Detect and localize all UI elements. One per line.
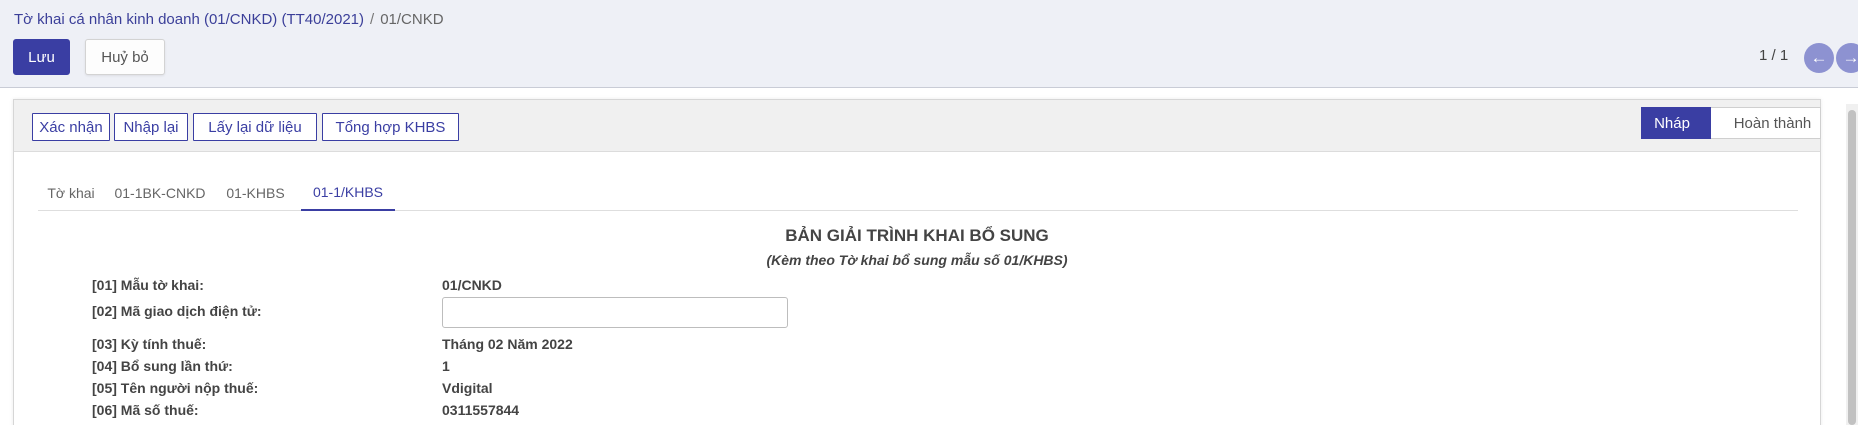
summary-khbs-button[interactable]: Tổng hợp KHBS [322, 113, 459, 141]
field-value-ten-nguoi-nop-thue: Vdigital [442, 380, 493, 396]
stage-done[interactable]: Hoàn thành [1711, 107, 1821, 139]
field-value-ma-so-thue: 0311557844 [442, 402, 520, 418]
transaction-code-input[interactable] [442, 297, 788, 328]
tab-01-1bk-cnkd[interactable]: 01-1BK-CNKD [108, 175, 212, 211]
field-label-mau-to-khai: [01] Mẫu tờ khai: [92, 277, 204, 293]
breadcrumb-separator: / [370, 11, 375, 28]
field-label-bo-sung-lan-thu: [04] Bổ sung lần thứ: [92, 358, 233, 374]
scrollbar-thumb[interactable] [1848, 110, 1856, 425]
field-label-ky-tinh-thue: [03] Kỳ tính thuế: [92, 336, 207, 352]
pager-next-button[interactable]: → [1836, 43, 1858, 73]
tab-01-khbs[interactable]: 01-KHBS [218, 175, 293, 211]
reenter-button[interactable]: Nhập lại [114, 113, 188, 141]
form-statusbar: Xác nhận Nhập lại Lấy lại dữ liệu Tổng h… [14, 100, 1821, 152]
pager-previous-button[interactable]: ← [1804, 43, 1834, 73]
stage-draft[interactable]: Nháp [1641, 107, 1711, 139]
field-label-ten-nguoi-nop-thue: [05] Tên người nộp thuế: [92, 380, 259, 396]
breadcrumb-current: 01/CNKD [380, 11, 444, 28]
confirm-button[interactable]: Xác nhận [32, 113, 110, 141]
arrow-right-icon: → [1842, 48, 1858, 67]
control-panel: Tờ khai cá nhân kinh doanh (01/CNKD) (TT… [0, 0, 1858, 88]
tab-to-khai[interactable]: Tờ khai [38, 175, 104, 211]
reload-data-button[interactable]: Lấy lại dữ liệu [193, 113, 317, 141]
document-title: BẢN GIẢI TRÌNH KHAI BỔ SUNG [785, 226, 1049, 245]
pager-value: 1 / 1 [1759, 47, 1789, 64]
field-value-bo-sung-lan-thu: 1 [442, 358, 450, 374]
form-sheet: Xác nhận Nhập lại Lấy lại dữ liệu Tổng h… [13, 99, 1821, 425]
vertical-scrollbar[interactable] [1846, 104, 1858, 425]
notebook-tabs: Tờ khai 01-1BK-CNKD 01-KHBS 01-1/KHBS [38, 175, 1798, 211]
document-subtitle: (Kèm theo Tờ khai bổ sung mẫu số 01/KHBS… [766, 252, 1068, 268]
field-value-mau-to-khai: 01/CNKD [442, 277, 502, 293]
field-label-ma-giao-dich: [02] Mã giao dịch điện tử: [92, 303, 262, 319]
field-label-ma-so-thue: [06] Mã số thuế: [92, 402, 199, 418]
arrow-left-icon: ← [1810, 48, 1828, 67]
breadcrumb-parent-link[interactable]: Tờ khai cá nhân kinh doanh (01/CNKD) (TT… [14, 11, 364, 28]
discard-button[interactable]: Huỷ bỏ [85, 39, 165, 75]
field-value-ky-tinh-thue: Tháng 02 Năm 2022 [442, 336, 573, 352]
tab-01-1-khbs[interactable]: 01-1/KHBS [301, 175, 395, 211]
save-button[interactable]: Lưu [13, 39, 70, 75]
breadcrumb: Tờ khai cá nhân kinh doanh (01/CNKD) (TT… [14, 11, 444, 28]
